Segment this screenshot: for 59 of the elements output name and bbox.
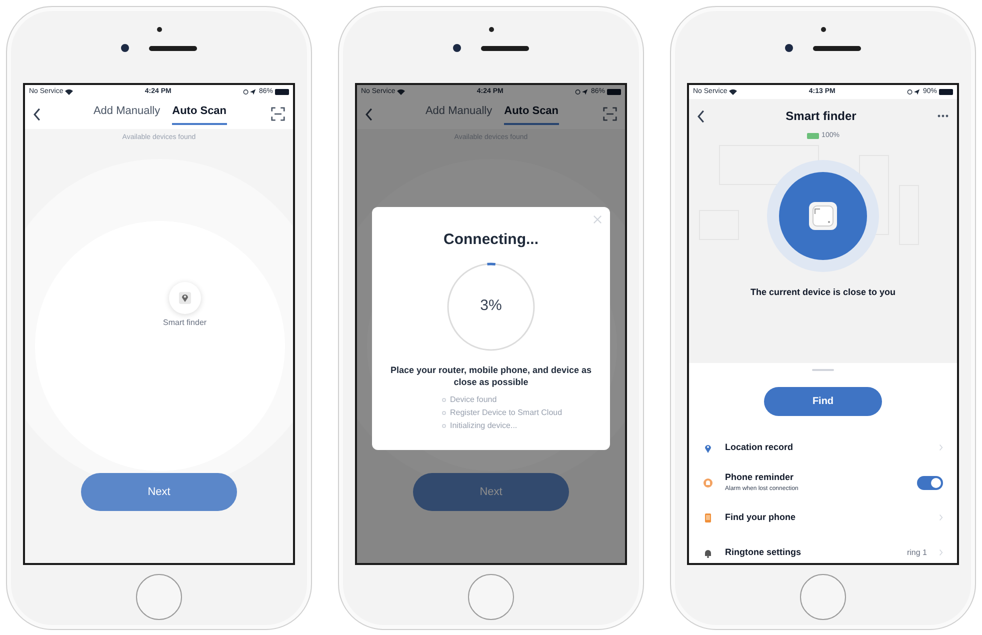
tag-device-icon: [808, 200, 838, 230]
camera-icon: [453, 44, 461, 52]
chevron-right-icon: [939, 514, 943, 521]
home-button[interactable]: [136, 574, 182, 620]
sheet-handle[interactable]: [812, 369, 834, 371]
back-button[interactable]: [365, 108, 373, 120]
battery-icon: [607, 89, 621, 95]
instruction-text: Place your router, mobile phone, and device as close as possible: [389, 364, 593, 388]
row-label: Phone reminder: [725, 471, 795, 484]
location-icon: [242, 89, 257, 95]
location-icon: [906, 89, 921, 95]
home-button[interactable]: [800, 574, 846, 620]
settings-row[interactable]: Ringtone settings ring 1: [689, 535, 957, 563]
next-button[interactable]: Next: [81, 473, 237, 511]
row-value: ring 1: [906, 546, 927, 558]
step-text: Initializing device...: [450, 420, 518, 432]
mode-tab[interactable]: Auto Scan: [172, 103, 227, 125]
status-text: The current device is close to you: [749, 286, 897, 299]
row-label: Find your phone: [725, 510, 796, 524]
alarm-icon: [703, 478, 713, 488]
scan-icon[interactable]: [603, 107, 617, 121]
pin-icon: [178, 292, 191, 304]
home-button[interactable]: [468, 574, 514, 620]
wifi-icon: [729, 89, 738, 95]
more-icon[interactable]: [937, 114, 949, 118]
wifi-icon: [65, 89, 74, 95]
row-label: Location record: [725, 440, 794, 454]
row-label: Ringtone settings: [725, 546, 802, 559]
screen-title: Smart finder: [784, 108, 858, 125]
camera-icon: [785, 44, 793, 52]
find-button[interactable]: Find: [764, 387, 882, 416]
speaker-grille: [813, 46, 861, 50]
mode-tab[interactable]: Add Manually: [93, 103, 160, 125]
speaker-grille: [481, 46, 529, 50]
bell-icon: [703, 548, 713, 558]
progress-percent: 3%: [480, 296, 502, 316]
scan-icon[interactable]: [271, 107, 285, 121]
phone-icon: [703, 512, 713, 522]
camera-icon: [121, 44, 129, 52]
chevron-right-icon: [939, 444, 943, 451]
toggle-switch[interactable]: [917, 476, 943, 490]
wifi-icon: [397, 89, 406, 95]
back-button[interactable]: [697, 110, 705, 122]
battery-icon: [275, 89, 289, 95]
battery-icon: [806, 133, 819, 140]
mode-tab[interactable]: Auto Scan: [504, 103, 559, 125]
settings-row[interactable]: Find your phone: [689, 500, 957, 535]
step-text: Register Device to Smart Cloud: [450, 406, 562, 418]
location-icon: [574, 89, 589, 95]
chevron-right-icon: [939, 549, 943, 556]
back-button[interactable]: [33, 108, 41, 120]
location-pin-icon: [703, 442, 713, 452]
step-text: Device found: [450, 394, 497, 406]
settings-row[interactable]: Location record: [689, 430, 957, 465]
speaker-grille: [149, 46, 197, 50]
dialog-title: Connecting...: [444, 230, 538, 250]
device-label: Smart finder: [163, 316, 207, 328]
mode-tab[interactable]: Add Manually: [425, 103, 492, 125]
battery-icon: [939, 89, 953, 95]
